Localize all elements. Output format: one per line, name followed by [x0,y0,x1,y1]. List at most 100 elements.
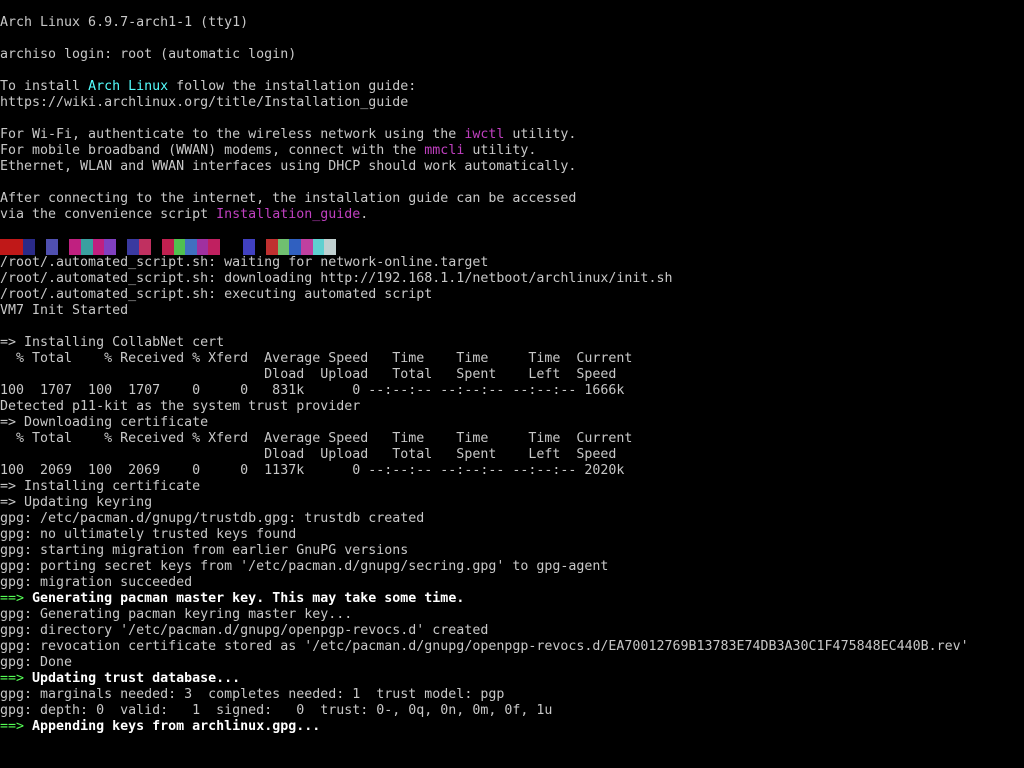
console-line: /root/.automated_script.sh: waiting for … [0,255,1024,271]
console-text: => Downloading certificate [0,415,209,430]
banner-block [185,239,197,255]
banner-block [324,239,336,255]
banner-block [162,239,174,255]
console-text: gpg: /etc/pacman.d/gnupg/trustdb.gpg: tr… [0,511,425,526]
banner-block [289,239,302,255]
console-line: /root/.automated_script.sh: executing au… [0,287,1024,303]
console-line: To install Arch Linux follow the install… [0,79,1024,95]
console-text: After connecting to the internet, the in… [0,191,577,206]
highlighted-text: ==> [0,671,25,686]
console-text: % Total % Received % Xferd Average Speed… [0,431,633,446]
banner-block [92,239,105,255]
console-text: Detected p11-kit as the system trust pro… [0,399,361,414]
console-text: gpg: depth: 0 valid: 1 signed: 0 trust: … [0,703,553,718]
console-line: gpg: no ultimately trusted keys found [0,527,1024,543]
highlighted-text: Arch Linux [88,79,169,94]
console-text: . [360,207,369,222]
console-line: Dload Upload Total Spent Left Speed [0,447,1024,463]
console-text: gpg: directory '/etc/pacman.d/gnupg/open… [0,623,489,638]
console-line: gpg: marginals needed: 3 completes neede… [0,687,1024,703]
banner-block [23,239,35,255]
console-line: https://wiki.archlinux.org/title/Install… [0,95,1024,111]
terminal-output: Arch Linux 6.9.7-arch1-1 (tty1) archiso l… [0,15,1024,735]
console-text: follow the installation guide: [168,79,417,94]
banner-block [0,239,12,255]
console-text: gpg: migration succeeded [0,575,193,590]
console-text: gpg: Generating pacman keyring master ke… [0,607,353,622]
console-text: => Installing certificate [0,479,201,494]
banner-block [104,239,116,255]
console-line: After connecting to the internet, the in… [0,191,1024,207]
banner-block [34,239,47,255]
console-text: https://wiki.archlinux.org/title/Install… [0,95,409,110]
highlighted-text: Appending keys from archlinux.gpg... [24,719,321,734]
console-text: Dload Upload Total Spent Left Speed [0,367,617,382]
banner-block [196,239,209,255]
banner-block [46,239,58,255]
banner-block [57,239,70,255]
console-text: Dload Upload Total Spent Left Speed [0,447,617,462]
console-text: gpg: starting migration from earlier Gnu… [0,543,409,558]
tty-console[interactable]: Arch Linux 6.9.7-arch1-1 (tty1) archiso l… [0,0,1024,768]
highlighted-text: iwctl [464,127,505,142]
console-line: gpg: starting migration from earlier Gnu… [0,543,1024,559]
console-text: 100 2069 100 2069 0 0 1137k 0 --:--:-- -… [0,463,625,478]
console-text: gpg: Done [0,655,73,670]
console-text: VM7 Init Started [0,303,129,318]
console-text: % Total % Received % Xferd Average Speed… [0,351,633,366]
console-line: gpg: Done [0,655,1024,671]
console-line: archiso login: root (automatic login) [0,47,1024,63]
highlighted-text: Generating pacman master key. This may t… [24,591,465,606]
console-text: Ethernet, WLAN and WWAN interfaces using… [0,159,577,174]
banner-block [266,239,278,255]
banner-block [115,239,128,255]
console-line: 100 1707 100 1707 0 0 831k 0 --:--:-- --… [0,383,1024,399]
console-line: gpg: porting secret keys from '/etc/pacm… [0,559,1024,575]
banner-block [277,239,290,255]
console-text: gpg: no ultimately trusted keys found [0,527,297,542]
console-line: VM7 Init Started [0,303,1024,319]
console-line: Dload Upload Total Spent Left Speed [0,367,1024,383]
banner-block [127,239,139,255]
console-line: => Installing certificate [0,479,1024,495]
banner-block [150,239,163,255]
console-line: ==> Generating pacman master key. This m… [0,591,1024,607]
highlighted-text: ==> [0,719,25,734]
console-text: Arch Linux 6.9.7-arch1-1 (tty1) [0,15,249,30]
console-line: ==> Updating trust database... [0,671,1024,687]
console-text: archiso login: root (automatic login) [0,47,297,62]
banner-block [208,239,220,255]
console-text: 100 1707 100 1707 0 0 831k 0 --:--:-- --… [0,383,625,398]
color-banner [0,239,1024,255]
console-text: /root/.automated_script.sh: executing au… [0,287,433,302]
console-text: /root/.automated_script.sh: waiting for … [0,255,489,270]
banner-block [219,239,232,255]
console-line: 100 2069 100 2069 0 0 1137k 0 --:--:-- -… [0,463,1024,479]
console-line: /root/.automated_script.sh: downloading … [0,271,1024,287]
console-line: For mobile broadband (WWAN) modems, conn… [0,143,1024,159]
highlighted-text: mmcli [424,143,465,158]
console-line: For Wi-Fi, authenticate to the wireless … [0,127,1024,143]
console-line: gpg: directory '/etc/pacman.d/gnupg/open… [0,623,1024,639]
console-line: => Installing CollabNet cert [0,335,1024,351]
console-line: gpg: revocation certificate stored as '/… [0,639,1024,655]
console-text: To install [0,79,89,94]
console-line: Arch Linux 6.9.7-arch1-1 (tty1) [0,15,1024,31]
banner-block [81,239,93,255]
console-line: Detected p11-kit as the system trust pro… [0,399,1024,415]
console-text: => Installing CollabNet cert [0,335,225,350]
console-text: gpg: porting secret keys from '/etc/pacm… [0,559,609,574]
console-text: /root/.automated_script.sh: downloading … [0,271,673,286]
banner-block [11,239,24,255]
console-text: via the convenience script [0,207,217,222]
banner-block [243,239,255,255]
console-line: => Updating keyring [0,495,1024,511]
highlighted-text: Installation_guide [216,207,361,222]
console-text: gpg: marginals needed: 3 completes neede… [0,687,505,702]
console-text: utility. [464,143,537,158]
